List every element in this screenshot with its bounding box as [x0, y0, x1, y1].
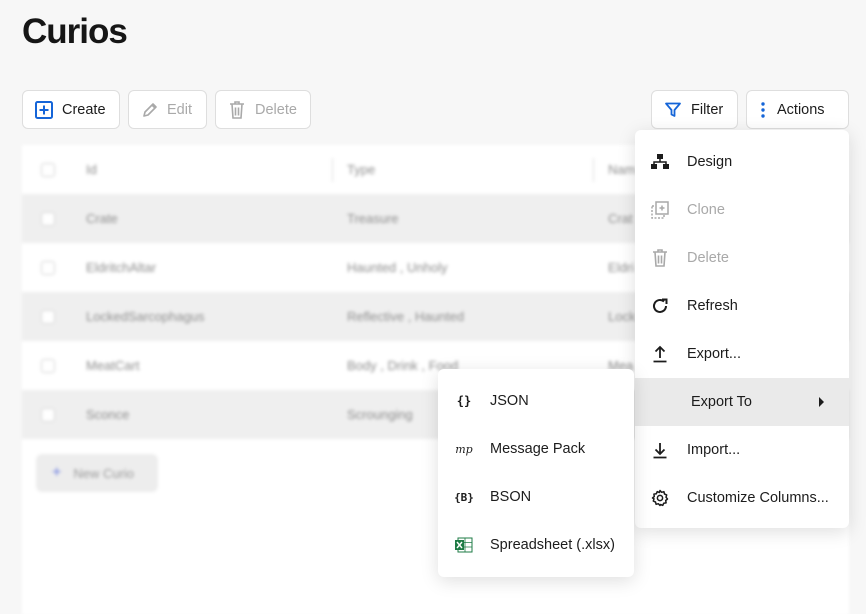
row-checkbox[interactable]	[41, 260, 55, 275]
cell-type: Reflective , Haunted	[347, 309, 465, 324]
submenu-item-bson[interactable]: {B} BSON	[438, 473, 634, 521]
menu-item-export-to[interactable]: Export To	[635, 378, 849, 426]
cell-name: Crat	[608, 211, 633, 226]
column-header-id[interactable]: Id	[86, 162, 97, 177]
menu-item-label: Import...	[687, 442, 741, 458]
json-icon: {}	[456, 394, 472, 408]
new-curio-button[interactable]: + New Curio	[36, 454, 158, 492]
submenu-item-label: JSON	[490, 393, 529, 409]
cell-id: LockedSarcophagus	[86, 309, 205, 324]
plus-icon: +	[52, 464, 62, 481]
gear-icon	[651, 489, 669, 507]
menu-item-label: Export To	[691, 394, 752, 410]
submenu-item-spreadsheet[interactable]: Spreadsheet (.xlsx)	[438, 521, 634, 569]
cell-name: Lock	[608, 309, 636, 324]
edit-button[interactable]: Edit	[128, 90, 207, 129]
msgpack-icon: mp	[455, 442, 473, 456]
menu-item-label: Design	[687, 154, 733, 170]
sitemap-icon	[651, 154, 669, 169]
vertical-dots-icon	[761, 101, 765, 118]
submenu-item-label: Spreadsheet (.xlsx)	[490, 537, 615, 553]
menu-item-label: Export...	[687, 346, 741, 362]
submenu-item-label: BSON	[490, 489, 532, 505]
submenu-item-label: Message Pack	[490, 441, 586, 457]
cell-id: EldritchAltar	[86, 260, 157, 275]
row-checkbox[interactable]	[41, 407, 55, 422]
export-to-submenu: {} JSON mp Message Pack {B} BSON Spreads…	[438, 369, 634, 577]
cell-name: Eldri	[608, 260, 635, 275]
row-checkbox[interactable]	[41, 309, 55, 324]
cell-type: Scrounging	[347, 407, 413, 422]
page-title: Curios	[22, 12, 128, 51]
menu-item-label: Refresh	[687, 298, 738, 314]
cell-id: Sconce	[86, 407, 130, 422]
cell-type: Haunted , Unholy	[347, 260, 448, 275]
caret-right-icon	[819, 397, 824, 407]
column-divider[interactable]	[593, 158, 594, 182]
column-header-name[interactable]: Nam	[608, 162, 635, 177]
menu-item-delete[interactable]: Delete	[635, 234, 849, 282]
cell-id: MeatCart	[86, 358, 140, 373]
trash-icon	[230, 100, 244, 119]
menu-item-import[interactable]: Import...	[635, 426, 849, 474]
refresh-icon	[653, 298, 668, 313]
column-header-type[interactable]: Type	[347, 162, 375, 177]
filter-button-label: Filter	[691, 101, 724, 118]
delete-button[interactable]: Delete	[215, 90, 311, 129]
menu-item-label: Delete	[687, 250, 729, 266]
bson-icon: {B}	[454, 490, 474, 504]
menu-item-label: Customize Columns...	[687, 490, 829, 506]
new-curio-label: New Curio	[73, 465, 135, 481]
filter-icon	[665, 102, 681, 117]
cell-type: Treasure	[347, 211, 399, 226]
select-all-checkbox[interactable]	[41, 162, 55, 177]
download-icon	[653, 443, 667, 459]
trash-icon	[653, 249, 667, 267]
menu-item-clone[interactable]: Clone	[635, 186, 849, 234]
menu-item-customize-columns[interactable]: Customize Columns...	[635, 474, 849, 522]
excel-icon	[455, 537, 473, 553]
menu-item-label: Clone	[687, 202, 725, 218]
pencil-icon	[143, 102, 157, 117]
actions-button-label: Actions	[777, 101, 825, 118]
column-divider[interactable]	[332, 158, 333, 182]
menu-item-design[interactable]: Design	[635, 138, 849, 186]
cell-id: Crate	[86, 211, 118, 226]
plus-square-icon	[35, 100, 53, 119]
edit-button-label: Edit	[167, 101, 192, 118]
submenu-item-message-pack[interactable]: mp Message Pack	[438, 425, 634, 473]
create-button-label: Create	[62, 101, 106, 118]
menu-item-refresh[interactable]: Refresh	[635, 282, 849, 330]
upload-icon	[653, 345, 667, 363]
clone-icon	[651, 201, 669, 219]
submenu-item-json[interactable]: {} JSON	[438, 377, 634, 425]
delete-button-label: Delete	[255, 101, 297, 118]
filter-button[interactable]: Filter	[651, 90, 738, 129]
row-checkbox[interactable]	[41, 358, 55, 373]
create-button[interactable]: Create	[22, 90, 120, 129]
actions-button[interactable]: Actions	[746, 90, 849, 129]
actions-menu: Design Clone Delete Refresh Export... Ex…	[635, 130, 849, 528]
menu-item-export[interactable]: Export...	[635, 330, 849, 378]
row-checkbox[interactable]	[41, 211, 55, 226]
